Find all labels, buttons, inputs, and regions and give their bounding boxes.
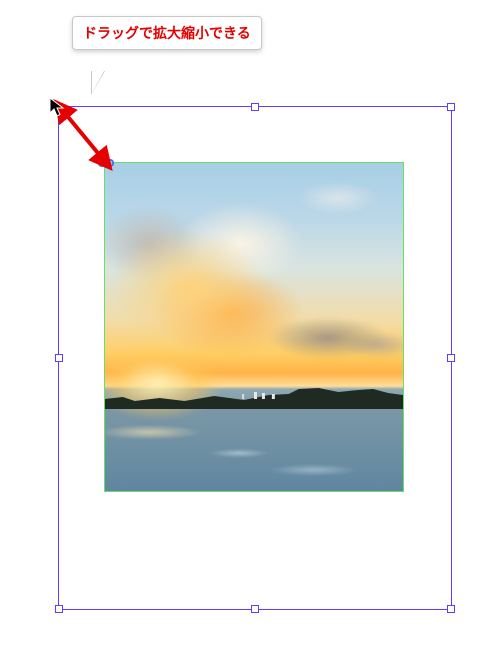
resize-handle-bottom-middle[interactable] bbox=[251, 605, 259, 613]
selection-bounding-box[interactable] bbox=[58, 106, 452, 610]
image-content-frame[interactable] bbox=[104, 162, 404, 492]
resize-handle-top-middle[interactable] bbox=[251, 103, 259, 111]
resize-handle-top-right[interactable] bbox=[447, 103, 455, 111]
resize-handle-middle-right[interactable] bbox=[447, 354, 455, 362]
annotation-tooltip: ドラッグで拡大縮小できる bbox=[72, 16, 262, 50]
resize-handle-top-left[interactable] bbox=[55, 103, 63, 111]
content-link-icon bbox=[97, 157, 115, 169]
resize-handle-middle-left[interactable] bbox=[55, 354, 63, 362]
resize-handle-bottom-left[interactable] bbox=[55, 605, 63, 613]
resize-handle-bottom-right[interactable] bbox=[447, 605, 455, 613]
annotation-tooltip-text: ドラッグで拡大縮小できる bbox=[83, 25, 251, 41]
placed-image bbox=[105, 163, 403, 491]
